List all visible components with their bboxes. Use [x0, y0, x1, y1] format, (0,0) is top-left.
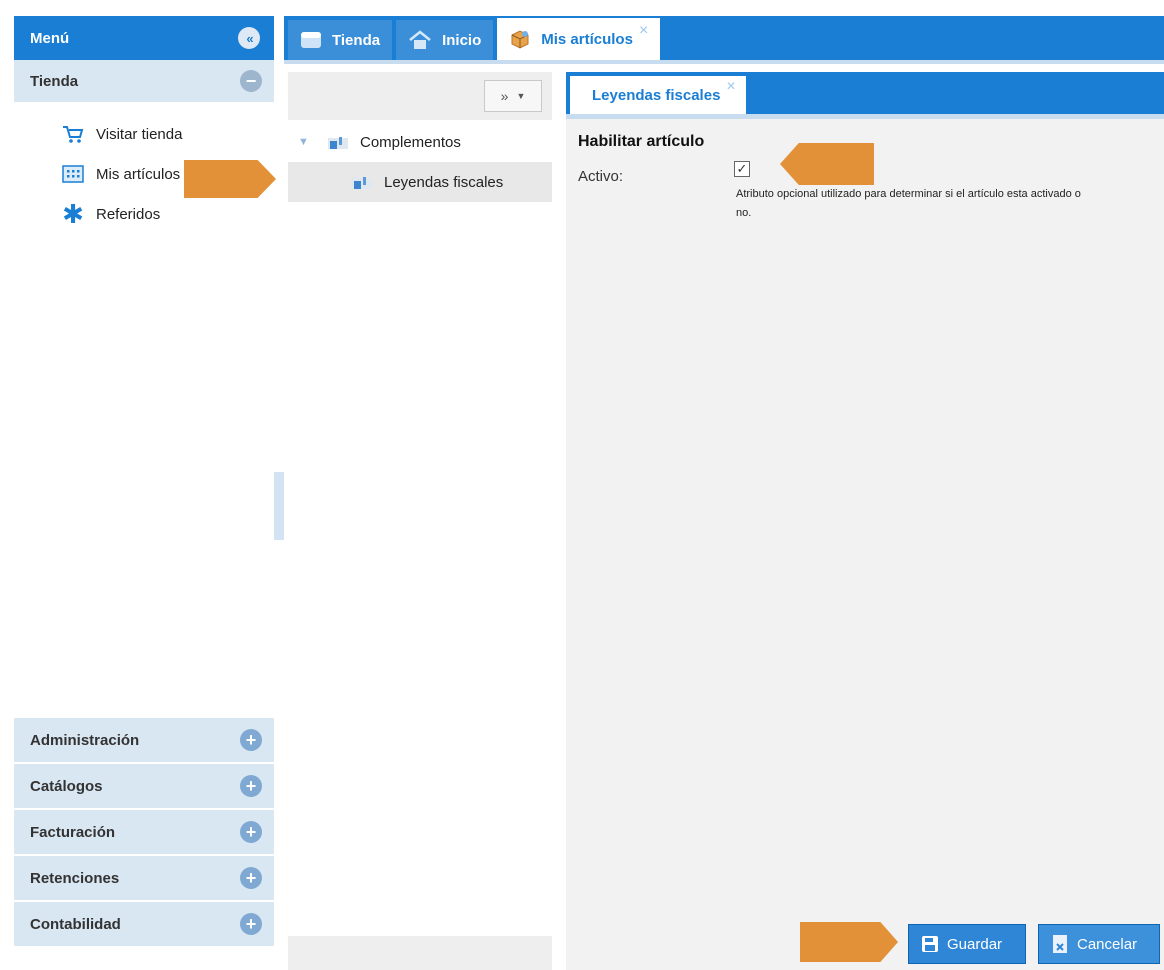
cancel-label: Cancelar: [1077, 935, 1138, 953]
double-chevron-icon: »: [500, 88, 509, 104]
accordion-catalogos[interactable]: Catálogos +: [14, 764, 274, 810]
tab-mis-articulos[interactable]: Mis artículos ×: [497, 18, 661, 60]
field-hint: Atributo opcional utilizado para determi…: [736, 188, 1081, 219]
panel-splitter[interactable]: [274, 472, 284, 540]
node-icon: [352, 175, 372, 189]
minus-circle-icon[interactable]: −: [240, 70, 262, 92]
floppy-disk-icon: [921, 935, 939, 953]
plus-circle-icon[interactable]: +: [240, 729, 262, 751]
accordion-label: Facturación: [30, 823, 116, 841]
main-tab-strip: Tienda Inicio Mis artículos ×: [284, 16, 1164, 60]
tab-label: Inicio: [442, 31, 482, 49]
menu-item-visitar-tienda[interactable]: Visitar tienda: [14, 114, 274, 154]
tab-tienda[interactable]: Tienda: [288, 20, 393, 60]
tree-footer: [288, 936, 552, 970]
tab-leyendas-fiscales[interactable]: Leyendas fiscales ×: [570, 76, 746, 114]
menu-title: Menú: [30, 29, 70, 47]
save-label: Guardar: [947, 935, 1003, 953]
activo-label: Activo:: [578, 168, 624, 185]
tree-node-complementos[interactable]: ▼ Complementos: [288, 122, 552, 162]
tree-toolbar: » ▼: [288, 72, 552, 120]
box-icon: [509, 29, 531, 49]
accordion-label: Catálogos: [30, 777, 103, 795]
menu-header: Menú «: [14, 16, 274, 60]
home-icon: [408, 30, 432, 50]
callout-arrow-left: [780, 143, 874, 185]
accordion-tienda[interactable]: Tienda −: [14, 60, 274, 104]
tree-panel: » ▼ ▼ Complementos Leyendas fiscales: [288, 72, 552, 970]
accordion-retenciones[interactable]: Retenciones +: [14, 856, 274, 902]
caret-down-icon: ▼: [516, 91, 526, 101]
tab-label: Mis artículos: [541, 30, 633, 48]
callout-arrow-right: [184, 160, 276, 198]
expand-triangle-icon[interactable]: ▼: [298, 136, 310, 148]
content-panel: Leyendas fiscales × Habilitar artículo A…: [566, 72, 1164, 970]
asterisk-icon: ✱: [62, 198, 84, 229]
menu-item-label: Visitar tienda: [96, 125, 183, 143]
plus-circle-icon[interactable]: +: [240, 913, 262, 935]
tab-label: Leyendas fiscales: [592, 86, 721, 104]
accordion-facturacion[interactable]: Facturación +: [14, 810, 274, 856]
cancel-doc-icon: [1051, 935, 1069, 953]
menu-item-label: Mis artículos: [96, 165, 181, 183]
menu-item-referidos[interactable]: ✱ Referidos: [14, 194, 274, 234]
accordion-administracion[interactable]: Administración +: [14, 718, 274, 764]
node-icon: [328, 135, 348, 149]
tree-node-label: Leyendas fiscales: [384, 173, 504, 191]
callout-arrow-right: [800, 922, 898, 962]
expand-tree-button[interactable]: » ▼: [484, 80, 542, 112]
accordion-label: Retenciones: [30, 869, 120, 887]
close-icon[interactable]: ×: [726, 78, 735, 96]
accordion-label: Contabilidad: [30, 915, 121, 933]
tab-underline: [284, 60, 1164, 64]
plus-circle-icon[interactable]: +: [240, 775, 262, 797]
tab-label: Tienda: [332, 31, 381, 49]
tree-node-label: Complementos: [360, 133, 461, 151]
cart-icon: [62, 123, 84, 145]
checkmark-icon: ✓: [736, 161, 748, 176]
store-icon: [300, 31, 322, 49]
menu-item-label: Referidos: [96, 205, 161, 223]
accordion-contabilidad[interactable]: Contabilidad +: [14, 902, 274, 948]
cancel-button[interactable]: Cancelar: [1038, 924, 1160, 964]
tree-node-leyendas-fiscales[interactable]: Leyendas fiscales: [288, 162, 552, 202]
save-button[interactable]: Guardar: [908, 924, 1026, 964]
plus-circle-icon[interactable]: +: [240, 821, 262, 843]
tab-inicio[interactable]: Inicio: [396, 20, 494, 60]
collapse-menu-icon[interactable]: «: [238, 27, 260, 49]
inner-tab-strip: Leyendas fiscales ×: [566, 72, 1164, 114]
accordion-label: Tienda: [30, 72, 79, 90]
accordion-label: Administración: [30, 731, 140, 749]
close-icon[interactable]: ×: [639, 22, 648, 40]
activo-checkbox[interactable]: ✓: [734, 161, 750, 177]
plus-circle-icon[interactable]: +: [240, 867, 262, 889]
side-menu: Menú « Tienda − Visitar tienda Mis artíc…: [14, 16, 274, 970]
grid-icon: [62, 163, 84, 185]
